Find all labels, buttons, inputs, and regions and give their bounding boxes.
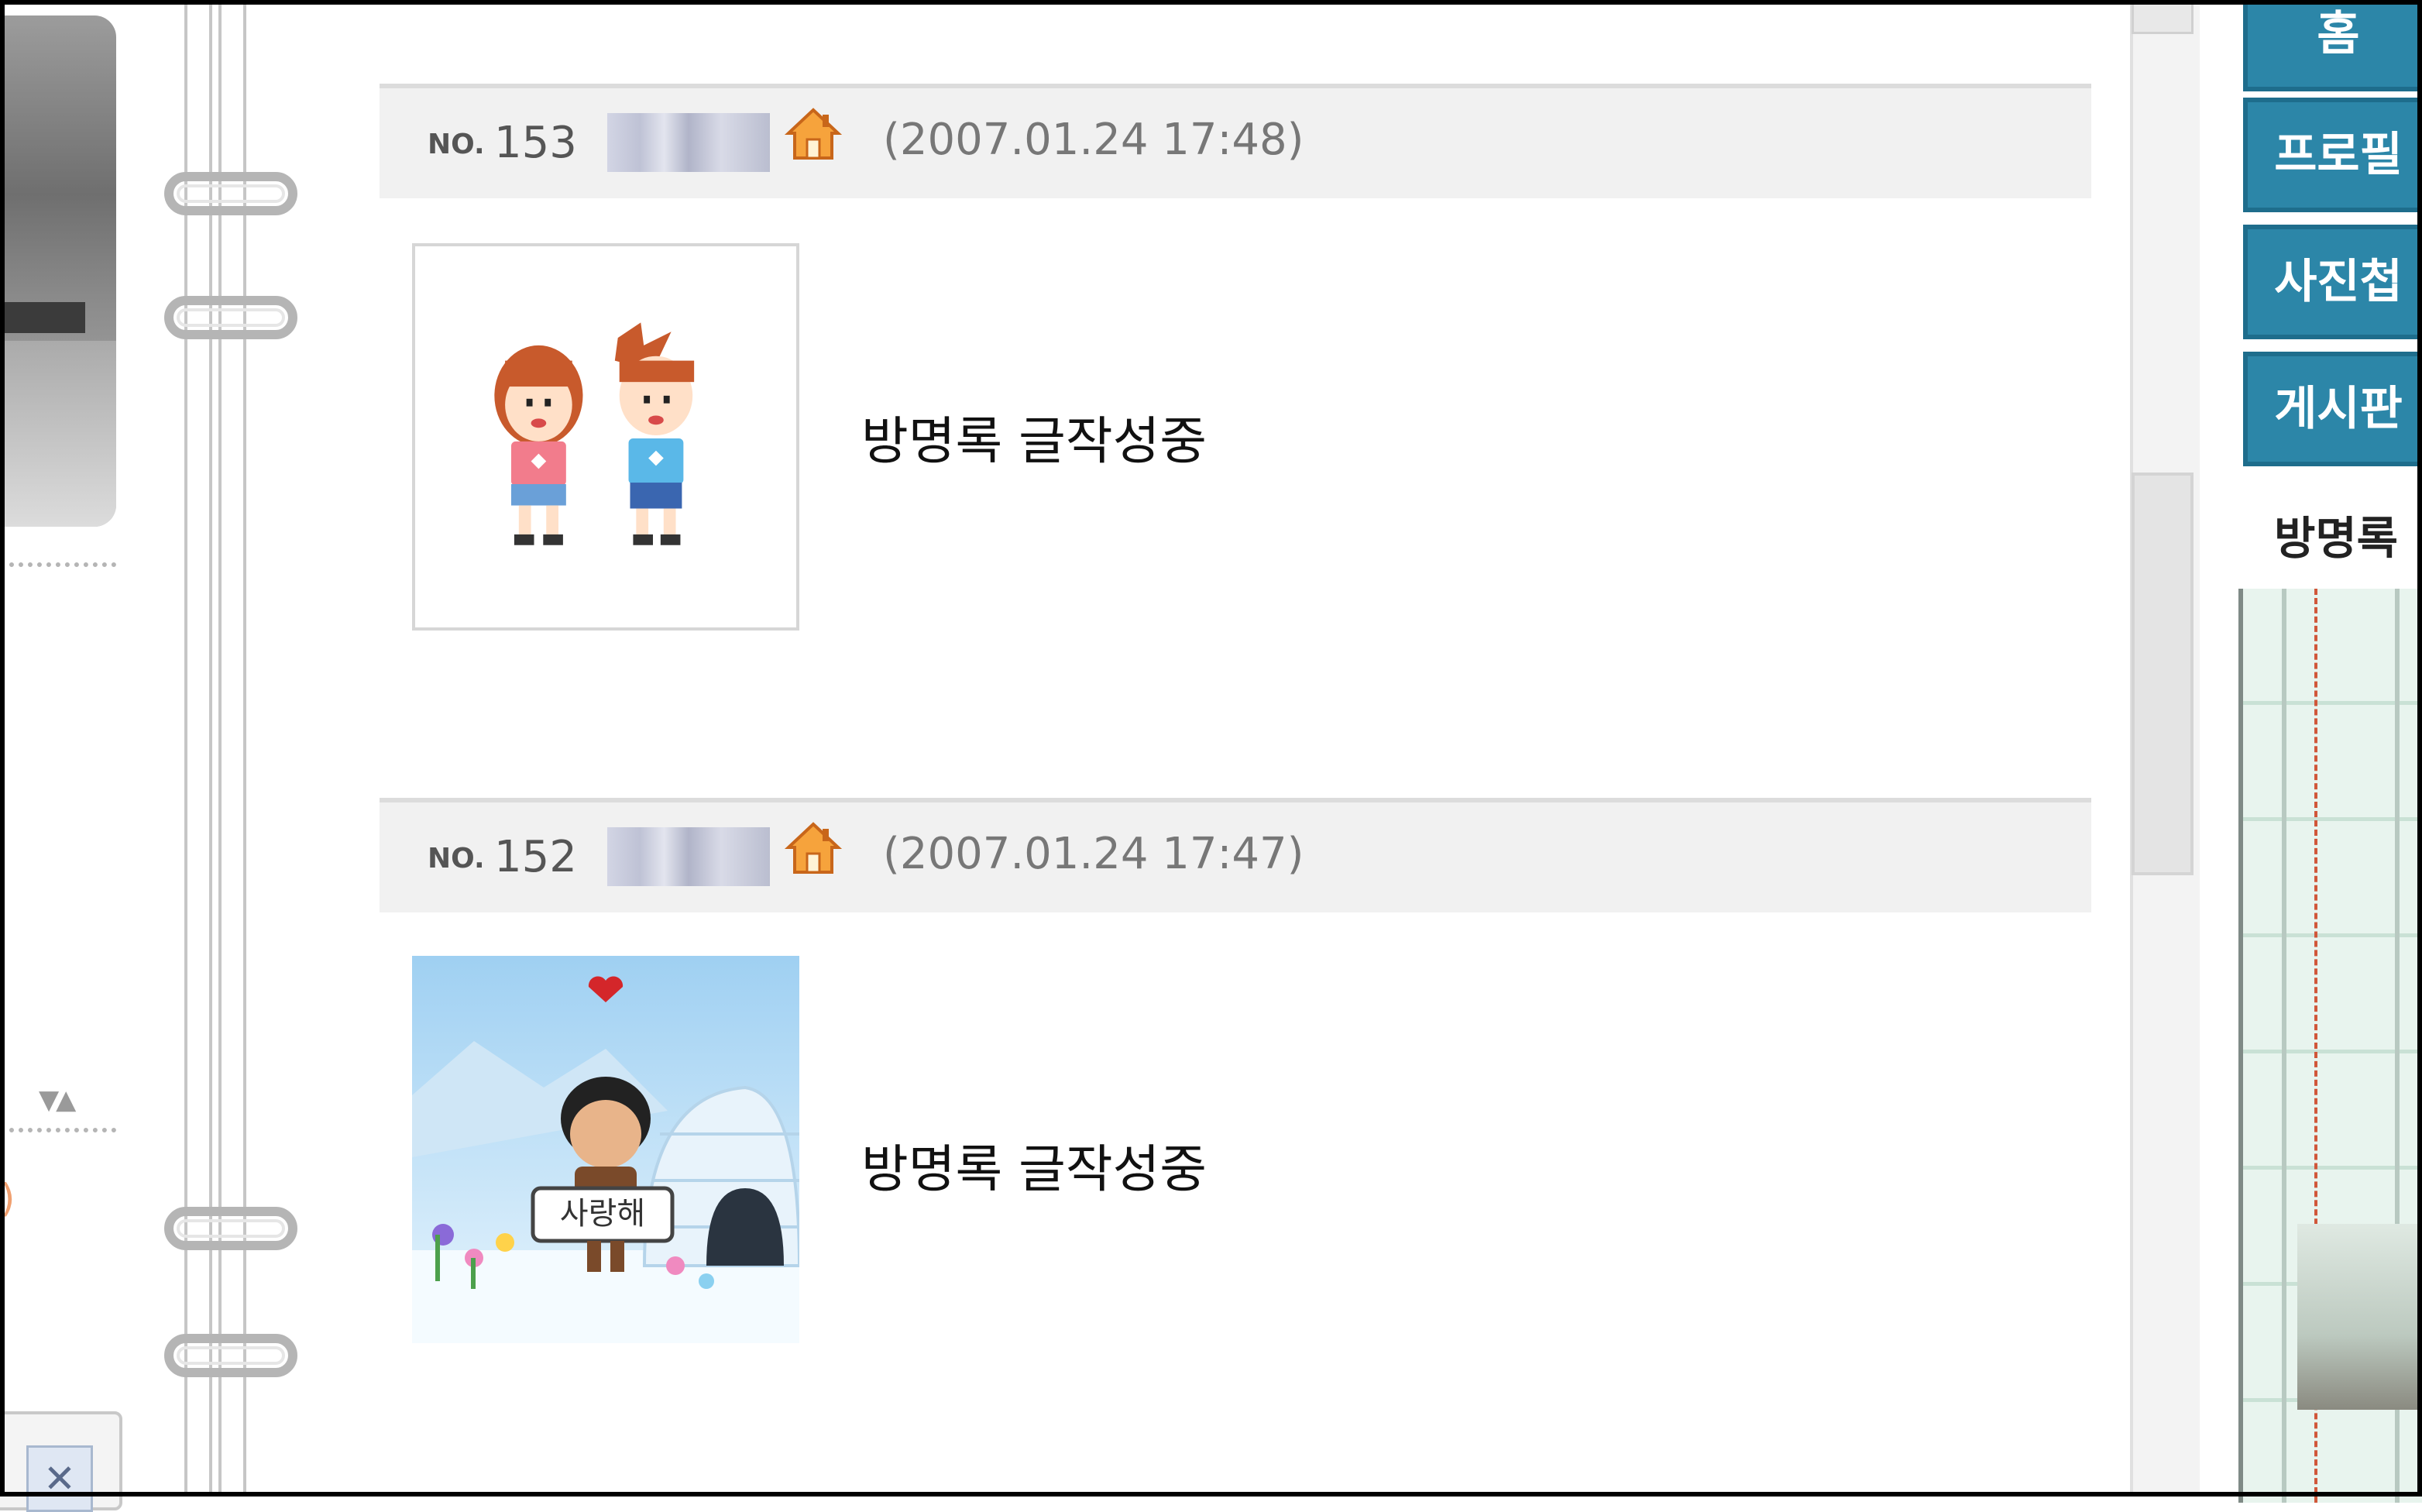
post-body-text: 방명록 글작성중 bbox=[861, 411, 1208, 471]
menu-tab-board[interactable]: 게시판 bbox=[2243, 352, 2422, 466]
home-icon[interactable] bbox=[784, 820, 843, 878]
post-no-label: NO. bbox=[428, 129, 485, 160]
menu-tab-photo-album[interactable]: 사진첩 bbox=[2243, 225, 2422, 339]
left-profile-photo bbox=[0, 15, 116, 527]
avatar-sign-text: 사랑해 bbox=[560, 1196, 645, 1232]
post-body-text: 방명록 글작성중 bbox=[861, 1139, 1208, 1199]
home-icon[interactable] bbox=[784, 105, 843, 164]
binder-ring bbox=[164, 296, 297, 339]
author-name-blurred[interactable] bbox=[607, 827, 770, 886]
binder-ring bbox=[164, 1207, 297, 1250]
left-divider bbox=[0, 562, 116, 567]
right-panel-photo bbox=[2297, 1224, 2422, 1410]
left-orange-bracket-icon: ) bbox=[0, 1176, 15, 1221]
guestbook-post-header: NO. 153 (2007.01.24 17:48) bbox=[380, 84, 2091, 198]
left-select-box[interactable]: ✕ bbox=[0, 1411, 122, 1512]
menu-tab-home[interactable]: 홈 bbox=[2243, 0, 2422, 91]
post-no-label: NO. bbox=[428, 843, 485, 875]
menu-tab-guestbook-active[interactable]: 방명록 bbox=[2243, 496, 2422, 581]
post-number: 152 bbox=[494, 832, 577, 882]
screenshot-frame bbox=[0, 0, 2422, 1497]
left-divider bbox=[0, 1128, 116, 1132]
post-date: (2007.01.24 17:47) bbox=[883, 829, 1304, 879]
scrollbar-thumb[interactable] bbox=[2132, 472, 2194, 875]
post-number: 153 bbox=[494, 118, 577, 168]
scroll-up-arrow[interactable] bbox=[2132, 0, 2194, 34]
menu-tab-profile[interactable]: 프로필 bbox=[2243, 98, 2422, 212]
close-icon[interactable]: ✕ bbox=[26, 1445, 93, 1512]
binder-spine-line bbox=[209, 0, 222, 1497]
binder-ring bbox=[164, 172, 297, 215]
author-name-blurred[interactable] bbox=[607, 113, 770, 172]
binder-ring bbox=[164, 1334, 297, 1377]
minimi-avatar-igloo: 사랑해 bbox=[412, 956, 799, 1343]
sort-arrows-icon[interactable]: ▼▲ bbox=[39, 1084, 112, 1115]
post-date: (2007.01.24 17:48) bbox=[883, 115, 1304, 165]
minimi-avatar-couple bbox=[412, 243, 799, 631]
guestbook-post-header: NO. 152 (2007.01.24 17:47) bbox=[380, 798, 2091, 912]
right-side-panel bbox=[2238, 589, 2422, 1503]
